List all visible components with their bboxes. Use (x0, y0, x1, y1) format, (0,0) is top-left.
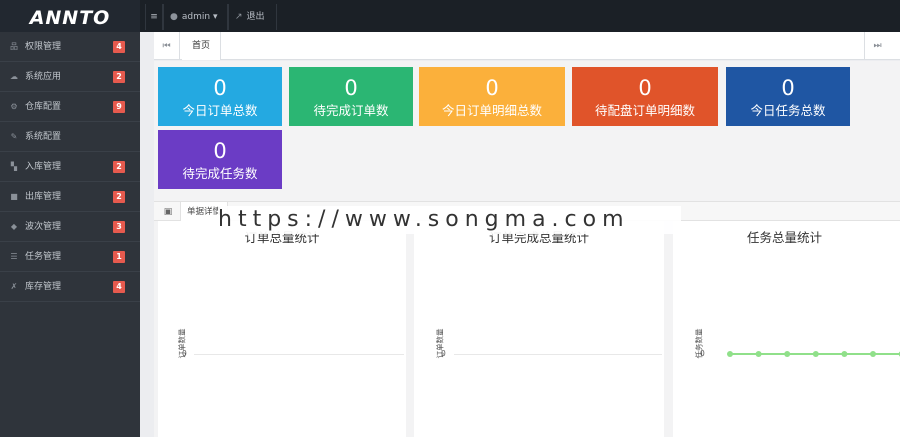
count-badge: 4 (113, 281, 125, 293)
sidebar-item-label: 波次管理 (25, 222, 62, 232)
stat-label: 待完成订单数 (313, 103, 389, 118)
data-point[interactable] (812, 351, 819, 357)
user-name: admin (181, 12, 211, 22)
user-icon: ● (170, 12, 178, 22)
stat-value: 0 (638, 76, 652, 100)
sidebar-item-label: 系统配置 (25, 132, 62, 142)
tag-icon: ◆ (10, 222, 18, 231)
briefcase-icon: ▣ (163, 207, 173, 217)
gear-icon: ⚙ (10, 102, 18, 111)
sidebar-item-outbound[interactable]: ■ 出库管理 2 (0, 182, 140, 212)
data-point[interactable] (727, 351, 733, 357)
chart-order-completed: 订单完成总量统计 订单数量 0 (414, 221, 664, 437)
stat-value: 0 (781, 76, 795, 100)
truck-icon: ■ (10, 192, 18, 201)
sidebar-item-label: 任务管理 (25, 252, 62, 262)
chart-order-total: 订单总量统计 订单数量 0 (158, 221, 406, 437)
menu-icon: ≡ (150, 12, 158, 22)
count-badge: 9 (113, 101, 125, 113)
chart-task-total: 任务总量统计 任务数量 0 (673, 221, 900, 437)
share-icon: ↗ (235, 12, 243, 22)
stat-value: 0 (344, 76, 358, 100)
logout-button[interactable]: ↗ 退出 (228, 4, 277, 30)
stat-tile-pending-allocation[interactable]: 0 待配盘订单明细数 (572, 67, 718, 126)
y-axis-label: 订单数量 (425, 329, 445, 359)
stat-value: 0 (213, 139, 227, 163)
y-tick-label: 0 (441, 349, 446, 358)
app-logo[interactable]: ANNTO (0, 0, 140, 32)
wrench-icon: ✎ (10, 132, 18, 141)
stat-value: 0 (213, 76, 227, 100)
stat-label: 待完成任务数 (182, 166, 258, 181)
sidebar: 品 权限管理 4 ☁ 系统应用 2 ⚙ 仓库配置 9 ✎ 系统配置 ▚ 入库管理… (0, 32, 140, 437)
tab-home[interactable]: 首页 (182, 32, 222, 60)
y-tick-label: 0 (182, 349, 187, 358)
watermark-text: https://www.songma.com (218, 206, 681, 234)
sidebar-item-system-apps[interactable]: ☁ 系统应用 2 (0, 62, 140, 92)
stat-label: 今日订单总数 (182, 103, 258, 118)
count-badge: 2 (113, 161, 125, 173)
sidebar-item-inbound[interactable]: ▚ 入库管理 2 (0, 152, 140, 182)
data-point[interactable] (755, 351, 762, 357)
tab-bar: ⏮ 首页 ⏭ (154, 32, 900, 60)
sidebar-item-label: 入库管理 (25, 162, 62, 172)
stat-tile-pending-orders[interactable]: 0 待完成订单数 (289, 67, 413, 126)
count-badge: 2 (113, 71, 125, 83)
count-badge: 3 (113, 221, 125, 233)
stat-tile-today-tasks[interactable]: 0 今日任务总数 (726, 67, 850, 126)
stat-label: 待配盘订单明细数 (594, 103, 695, 118)
stat-tile-today-orders[interactable]: 0 今日订单总数 (158, 67, 282, 126)
sidebar-item-system-config[interactable]: ✎ 系统配置 (0, 122, 140, 152)
sidebar-item-waves[interactable]: ◆ 波次管理 3 (0, 212, 140, 242)
sidebar-item-inventory[interactable]: ✗ 库存管理 4 (0, 272, 140, 302)
stat-tile-today-order-details[interactable]: 0 今日订单明细总数 (419, 67, 565, 126)
sidebar-item-label: 系统应用 (25, 72, 62, 82)
stat-label: 今日任务总数 (750, 103, 826, 118)
cart-icon: ▚ (10, 162, 18, 171)
data-point[interactable] (841, 351, 848, 357)
count-badge: 2 (113, 191, 125, 203)
cloud-icon: ☁ (10, 72, 18, 81)
y-axis-label: 订单数量 (167, 329, 187, 359)
stat-label: 今日订单明细总数 (441, 103, 542, 118)
top-navbar: ANNTO ≡ ● admin ▾ ↗ 退出 (0, 0, 900, 32)
sidebar-item-label: 仓库配置 (25, 102, 62, 112)
data-point[interactable] (870, 351, 876, 357)
sidebar-item-warehouse-config[interactable]: ⚙ 仓库配置 9 (0, 92, 140, 122)
sidebar-item-label: 权限管理 (25, 42, 62, 52)
forward-icon: ⏭ (873, 41, 882, 51)
sitemap-icon: 品 (10, 42, 18, 51)
task-series-plot (727, 351, 900, 357)
sidebar-item-label: 出库管理 (25, 192, 62, 202)
grid-line (194, 354, 404, 355)
sidebar-item-label: 库存管理 (25, 282, 62, 292)
tools-icon: ✗ (10, 282, 18, 291)
backward-icon: ⏮ (162, 41, 171, 51)
sidebar-item-tasks[interactable]: ☰ 任务管理 1 (0, 242, 140, 272)
count-badge: 4 (113, 41, 125, 53)
sidebar-toggle-button[interactable]: ≡ (145, 4, 163, 30)
grid-line (454, 354, 662, 355)
count-badge: 1 (113, 251, 125, 263)
data-point[interactable] (784, 351, 791, 357)
logout-label: 退出 (246, 12, 265, 22)
tab-scroll-right-button[interactable]: ⏭ (864, 32, 890, 60)
sidebar-item-permissions[interactable]: 品 权限管理 4 (0, 32, 140, 62)
list-icon: ☰ (10, 252, 18, 261)
stat-value: 0 (485, 76, 499, 100)
user-menu[interactable]: ● admin ▾ (163, 4, 228, 30)
tab-scroll-left-button[interactable]: ⏮ (154, 32, 180, 60)
stat-tile-pending-tasks[interactable]: 0 待完成任务数 (158, 130, 282, 189)
chevron-down-icon: ▾ (212, 12, 218, 22)
